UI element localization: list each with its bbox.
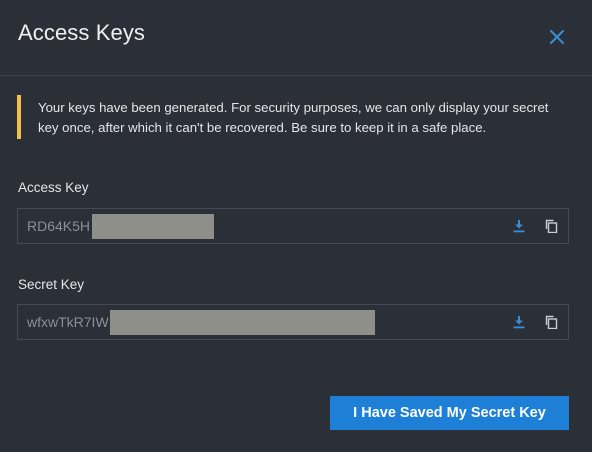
secret-key-label: Secret Key: [18, 277, 85, 292]
access-key-label: Access Key: [18, 180, 89, 195]
secret-key-field[interactable]: wfxwTkR7IW: [17, 304, 569, 340]
saved-secret-key-button[interactable]: I Have Saved My Secret Key: [330, 396, 569, 430]
access-key-field[interactable]: RD64K5H: [17, 208, 569, 244]
access-key-value: RD64K5H: [27, 218, 90, 234]
access-key-download-button[interactable]: [509, 216, 529, 236]
security-notice-text: Your keys have been generated. For secur…: [38, 100, 549, 135]
close-icon: [550, 30, 564, 44]
secret-key-download-button[interactable]: [509, 312, 529, 332]
secret-key-visible-text: wfxwTkR7IW: [27, 314, 109, 330]
dialog-title: Access Keys: [18, 20, 146, 45]
copy-icon: [545, 219, 558, 233]
security-notice: Your keys have been generated. For secur…: [17, 95, 557, 139]
secret-key-value: wfxwTkR7IW: [27, 314, 109, 330]
copy-icon: [545, 315, 558, 329]
download-icon: [513, 220, 525, 233]
secret-key-redaction: [110, 310, 375, 335]
access-key-redaction: [92, 214, 214, 239]
access-keys-dialog: Access Keys Your keys have been generate…: [0, 0, 592, 452]
download-icon: [513, 316, 525, 329]
secret-key-copy-button[interactable]: [541, 312, 561, 332]
dialog-header: Access Keys: [0, 0, 592, 76]
access-key-visible-text: RD64K5H: [27, 218, 91, 234]
access-key-copy-button[interactable]: [541, 216, 561, 236]
close-button[interactable]: [542, 22, 572, 52]
